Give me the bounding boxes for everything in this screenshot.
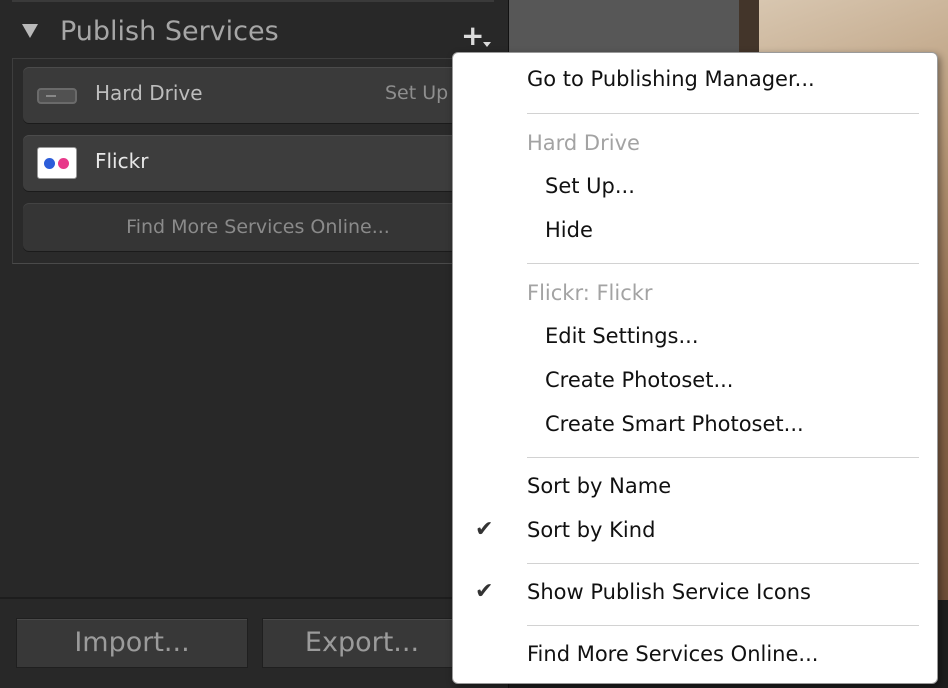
menu-separator	[527, 625, 919, 626]
menu-separator	[527, 457, 919, 458]
plus-icon: +	[461, 19, 485, 52]
services-list: Hard Drive Set Up Flickr Find More Servi…	[12, 58, 500, 264]
menu-separator	[527, 263, 919, 264]
setup-link[interactable]: Set Up	[385, 82, 448, 104]
menu-item-show-publish-service-icons[interactable]: Show Publish Service Icons	[527, 580, 811, 604]
context-menu: Go to Publishing Manager... Hard Drive S…	[452, 52, 938, 684]
menu-item-hide[interactable]: Hide	[545, 218, 593, 242]
service-row-flickr[interactable]: Flickr	[23, 135, 493, 191]
menu-separator	[527, 563, 919, 564]
menu-item-edit-settings[interactable]: Edit Settings...	[545, 324, 699, 348]
find-more-services-button[interactable]: Find More Services Online...	[23, 203, 493, 251]
panel-title: Publish Services	[60, 16, 279, 47]
menu-header-flickr: Flickr: Flickr	[527, 281, 653, 305]
service-name: Flickr	[95, 149, 149, 173]
collapse-triangle-icon[interactable]	[22, 24, 38, 38]
service-row-hard-drive[interactable]: Hard Drive Set Up	[23, 67, 493, 123]
hard-drive-icon	[37, 88, 77, 104]
dropdown-caret-icon	[483, 42, 491, 47]
publish-services-panel: Publish Services + Hard Drive Set Up Fli…	[0, 0, 509, 688]
menu-item-find-more-services-online[interactable]: Find More Services Online...	[527, 642, 818, 666]
add-publish-service-button[interactable]: +	[455, 16, 495, 56]
export-button[interactable]: Export...	[262, 618, 462, 668]
menu-separator	[527, 113, 919, 114]
menu-item-set-up[interactable]: Set Up...	[545, 174, 635, 198]
checkmark-icon: ✔	[475, 517, 494, 542]
import-button[interactable]: Import...	[16, 618, 248, 668]
panel-top-border	[12, 0, 494, 2]
panel-header[interactable]: Publish Services +	[0, 8, 508, 56]
menu-item-create-smart-photoset[interactable]: Create Smart Photoset...	[545, 412, 804, 436]
menu-item-sort-by-name[interactable]: Sort by Name	[527, 474, 671, 498]
menu-header-hard-drive: Hard Drive	[527, 131, 640, 155]
menu-item-sort-by-kind[interactable]: Sort by Kind	[527, 518, 655, 542]
flickr-icon	[37, 147, 77, 179]
service-name: Hard Drive	[95, 81, 203, 105]
divider	[0, 597, 508, 599]
menu-item-go-to-publishing-manager[interactable]: Go to Publishing Manager...	[527, 67, 815, 91]
checkmark-icon: ✔	[475, 579, 494, 604]
background-region	[509, 0, 739, 60]
menu-item-create-photoset[interactable]: Create Photoset...	[545, 368, 733, 392]
